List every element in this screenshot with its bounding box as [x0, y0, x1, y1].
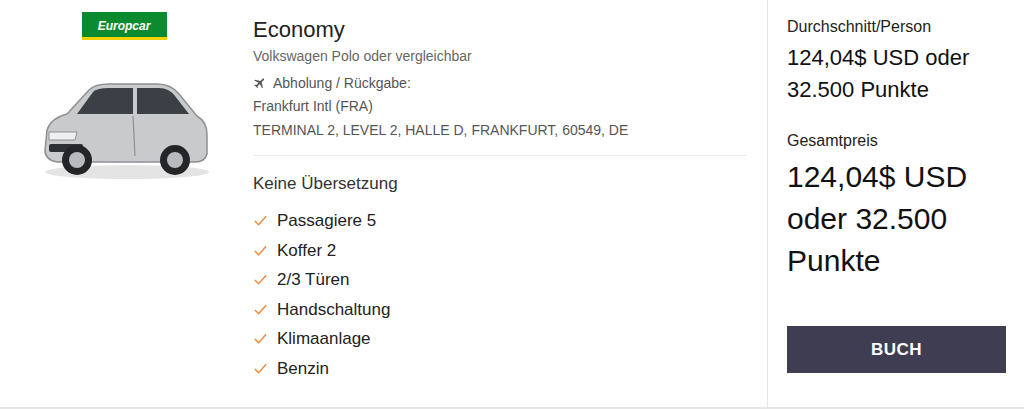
total-label: Gesamtpreis: [787, 130, 1006, 152]
check-icon: [253, 243, 268, 258]
pickup-label: Abholung / Rückgabe:: [253, 72, 747, 94]
divider: [253, 155, 747, 156]
car-icon: [37, 72, 212, 182]
feature-item: Klimaanlage: [253, 324, 747, 354]
feature-item: Passagiere 5: [253, 206, 747, 236]
pickup-address: TERMINAL 2, LEVEL 2, HALLE D, FRANKFURT,…: [253, 118, 747, 142]
feature-item: 2/3 Türen: [253, 265, 747, 295]
vendor-column: Europcar: [0, 0, 253, 407]
vendor-logo: Europcar: [82, 12, 167, 40]
per-person-label: Durchschnitt/Person: [787, 16, 1006, 38]
price-panel: Durchschnitt/Person 124,04$ USD oder 32.…: [768, 0, 1024, 407]
pickup-location: Frankfurt Intl (FRA): [253, 94, 747, 118]
check-icon: [253, 331, 268, 346]
feature-item: Handschaltung: [253, 295, 747, 325]
plane-icon: [250, 73, 270, 93]
per-person-price: 124,04$ USD oder 32.500 Punkte: [787, 42, 1006, 106]
car-offer-card: Europcar Economy Volkswagen Polo oder ve…: [0, 0, 1024, 409]
check-icon: [253, 361, 268, 376]
book-button[interactable]: BUCH: [787, 326, 1006, 373]
feature-item: Koffer 2: [253, 236, 747, 266]
check-icon: [253, 272, 268, 287]
car-details: Economy Volkswagen Polo oder vergleichba…: [253, 0, 768, 407]
total-price: 124,04$ USD oder 32.500 Punkte: [787, 156, 1006, 282]
check-icon: [253, 213, 268, 228]
translation-note: Keine Übersetzung: [253, 172, 747, 196]
feature-list: Passagiere 5 Koffer 2 2/3 Türen Handscha…: [253, 206, 747, 383]
car-category: Economy: [253, 17, 747, 43]
feature-item: Benzin: [253, 354, 747, 384]
check-icon: [253, 302, 268, 317]
car-model: Volkswagen Polo oder vergleichbar: [253, 46, 747, 66]
